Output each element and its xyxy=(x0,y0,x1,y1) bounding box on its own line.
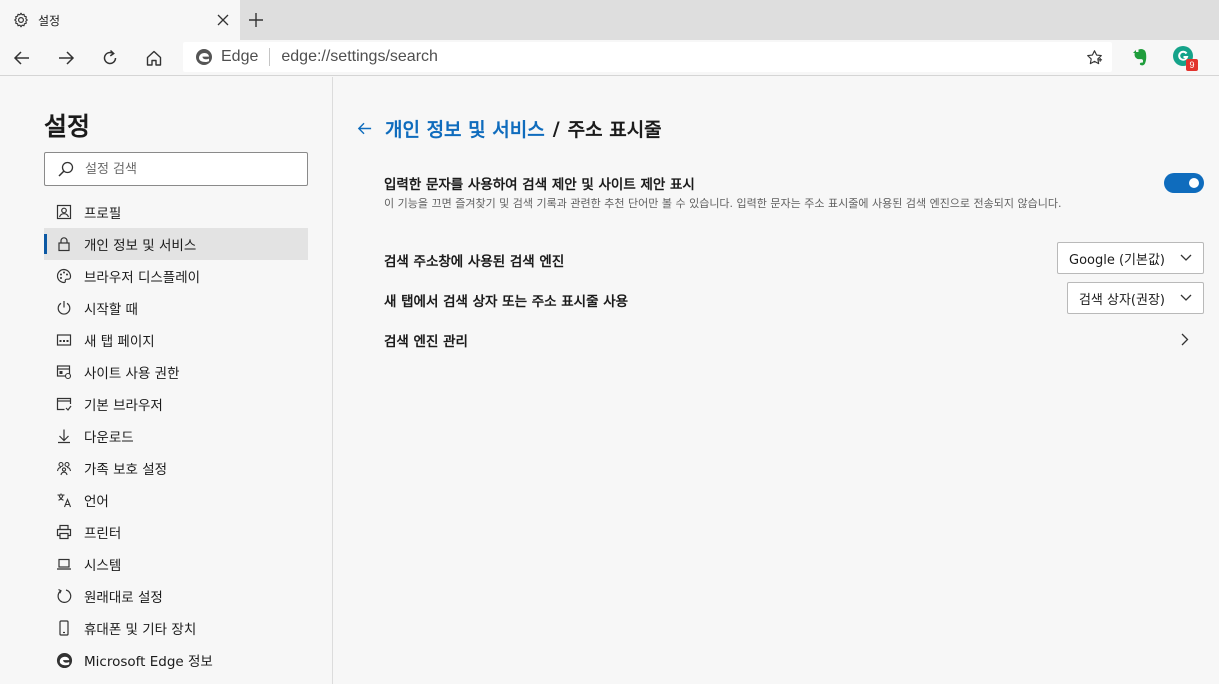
breadcrumb-parent-link[interactable]: 개인 정보 및 서비스 xyxy=(385,115,545,142)
setting-title: 새 탭에서 검색 상자 또는 주소 표시줄 사용 xyxy=(384,294,629,310)
sidebar-item-label: 가족 보호 설정 xyxy=(84,462,168,478)
suggestions-toggle[interactable] xyxy=(1164,173,1204,193)
settings-search-input[interactable] xyxy=(85,161,285,177)
download-icon xyxy=(55,427,73,445)
sidebar-item-label: 기본 브라우저 xyxy=(84,398,163,414)
arrow-left-icon xyxy=(13,51,29,65)
tab-title: 설정 xyxy=(38,13,61,28)
setting-description: 이 기능을 끄면 즐겨찾기 및 검색 기록과 관련한 추천 단어만 볼 수 있습… xyxy=(384,197,1062,210)
printer-icon xyxy=(55,523,73,541)
reset-icon xyxy=(55,587,73,605)
close-tab-icon[interactable] xyxy=(214,11,232,29)
edge-logo-icon xyxy=(196,49,212,65)
profile-icon xyxy=(55,203,73,221)
favorite-star-icon[interactable] xyxy=(1084,47,1104,67)
settings-nav: 프로필 개인 정보 및 서비스 브라우저 디스플레이 시작할 때 새 탭 페이지… xyxy=(44,196,308,676)
sidebar-item-privacy[interactable]: 개인 정보 및 서비스 xyxy=(44,228,308,260)
arrow-right-icon xyxy=(59,51,75,65)
settings-main: 개인 정보 및 서비스 / 주소 표시줄 입력한 문자를 사용하여 검색 제안 … xyxy=(334,77,1219,684)
refresh-icon xyxy=(103,49,117,65)
search-engine-select[interactable]: Google (기본값) xyxy=(1057,242,1204,274)
sidebar-item-site-permissions[interactable]: 사이트 사용 권한 xyxy=(44,356,308,388)
grammarly-extension-icon[interactable]: 9 xyxy=(1171,44,1199,72)
home-icon xyxy=(146,50,162,66)
evernote-extension-icon[interactable] xyxy=(1128,46,1152,70)
setting-new-tab-search: 새 탭에서 검색 상자 또는 주소 표시줄 사용 검색 상자(권장) xyxy=(384,282,1204,314)
gear-icon xyxy=(12,11,30,29)
family-icon xyxy=(55,459,73,477)
sidebar-item-label: 새 탭 페이지 xyxy=(84,334,155,350)
sidebar-item-about[interactable]: Microsoft Edge 정보 xyxy=(44,644,308,676)
page-title: 주소 표시줄 xyxy=(567,119,662,141)
edge-logo-icon xyxy=(55,651,73,669)
address-scheme-label: Edge xyxy=(221,48,259,65)
breadcrumb-separator: / xyxy=(552,117,560,140)
settings-sidebar: 설정 프로필 개인 정보 및 서비스 브라우저 디스플레이 시작할 때 새 탭 … xyxy=(0,77,333,684)
toggle-knob xyxy=(1189,178,1199,188)
sidebar-item-system[interactable]: 시스템 xyxy=(44,548,308,580)
setting-search-engine: 검색 주소창에 사용된 검색 엔진 Google (기본값) xyxy=(384,242,1204,274)
refresh-button[interactable] xyxy=(96,44,124,72)
forward-button[interactable] xyxy=(52,44,80,72)
address-url[interactable]: edge://settings/search xyxy=(281,48,438,66)
setting-title: 검색 엔진 관리 xyxy=(384,334,468,350)
sidebar-item-reset[interactable]: 원래대로 설정 xyxy=(44,580,308,612)
sidebar-item-label: 시작할 때 xyxy=(84,302,138,318)
new-tab-button[interactable] xyxy=(246,10,266,30)
home-button[interactable] xyxy=(140,44,168,72)
back-arrow-icon[interactable] xyxy=(354,119,374,139)
address-separator xyxy=(269,48,271,66)
setting-title: 입력한 문자를 사용하여 검색 제안 및 사이트 제안 표시 xyxy=(384,177,695,193)
new-tab-icon xyxy=(55,331,73,349)
language-icon xyxy=(55,491,73,509)
sidebar-item-label: 다운로드 xyxy=(84,430,134,446)
setting-manage-engines[interactable]: 검색 엔진 관리 xyxy=(384,330,1204,350)
settings-search-box[interactable] xyxy=(44,152,308,186)
setting-title: 검색 주소창에 사용된 검색 엔진 xyxy=(384,254,565,270)
laptop-icon xyxy=(55,555,73,573)
setting-search-suggestions: 입력한 문자를 사용하여 검색 제안 및 사이트 제안 표시 이 기능을 끄면 … xyxy=(384,173,1204,211)
new-tab-search-select[interactable]: 검색 상자(권장) xyxy=(1066,282,1204,314)
sidebar-item-phone-devices[interactable]: 휴대폰 및 기타 장치 xyxy=(44,612,308,644)
chevron-down-icon xyxy=(1179,251,1193,265)
sidebar-item-label: 원래대로 설정 xyxy=(84,590,163,606)
lock-icon xyxy=(55,235,73,253)
back-button[interactable] xyxy=(8,44,36,72)
sidebar-item-label: 시스템 xyxy=(84,558,122,574)
sidebar-item-profile[interactable]: 프로필 xyxy=(44,196,308,228)
sidebar-item-printers[interactable]: 프린터 xyxy=(44,516,308,548)
sidebar-item-downloads[interactable]: 다운로드 xyxy=(44,420,308,452)
sidebar-item-label: 사이트 사용 권한 xyxy=(84,366,180,382)
sidebar-item-label: Microsoft Edge 정보 xyxy=(84,654,213,670)
chevron-down-icon xyxy=(1179,291,1193,305)
chevron-right-icon xyxy=(1178,332,1192,346)
sidebar-title: 설정 xyxy=(44,112,91,141)
site-permissions-icon xyxy=(55,363,73,381)
tab-settings[interactable]: 설정 xyxy=(0,0,240,40)
sidebar-item-languages[interactable]: 언어 xyxy=(44,484,308,516)
default-browser-icon xyxy=(55,395,73,413)
sidebar-item-label: 프린터 xyxy=(84,526,122,542)
sidebar-item-label: 개인 정보 및 서비스 xyxy=(84,238,197,254)
phone-icon xyxy=(55,619,73,637)
palette-icon xyxy=(55,267,73,285)
browser-toolbar: Edge edge://settings/search 9 xyxy=(0,40,1219,76)
tab-strip: 설정 xyxy=(0,0,1219,40)
sidebar-item-default-browser[interactable]: 기본 브라우저 xyxy=(44,388,308,420)
extension-badge: 9 xyxy=(1186,59,1198,71)
sidebar-item-appearance[interactable]: 브라우저 디스플레이 xyxy=(44,260,308,292)
select-value: Google (기본값) xyxy=(1069,252,1165,268)
breadcrumb: 개인 정보 및 서비스 / 주소 표시줄 xyxy=(354,115,662,142)
sidebar-item-label: 프로필 xyxy=(84,206,122,222)
power-icon xyxy=(55,299,73,317)
select-value: 검색 상자(권장) xyxy=(1078,292,1165,308)
sidebar-item-new-tab[interactable]: 새 탭 페이지 xyxy=(44,324,308,356)
address-bar[interactable]: Edge edge://settings/search xyxy=(183,42,1112,72)
sidebar-item-family[interactable]: 가족 보호 설정 xyxy=(44,452,308,484)
sidebar-item-label: 휴대폰 및 기타 장치 xyxy=(84,622,197,638)
sidebar-item-label: 브라우저 디스플레이 xyxy=(84,270,201,286)
sidebar-item-label: 언어 xyxy=(84,494,109,510)
search-icon xyxy=(58,161,74,177)
sidebar-item-on-startup[interactable]: 시작할 때 xyxy=(44,292,308,324)
